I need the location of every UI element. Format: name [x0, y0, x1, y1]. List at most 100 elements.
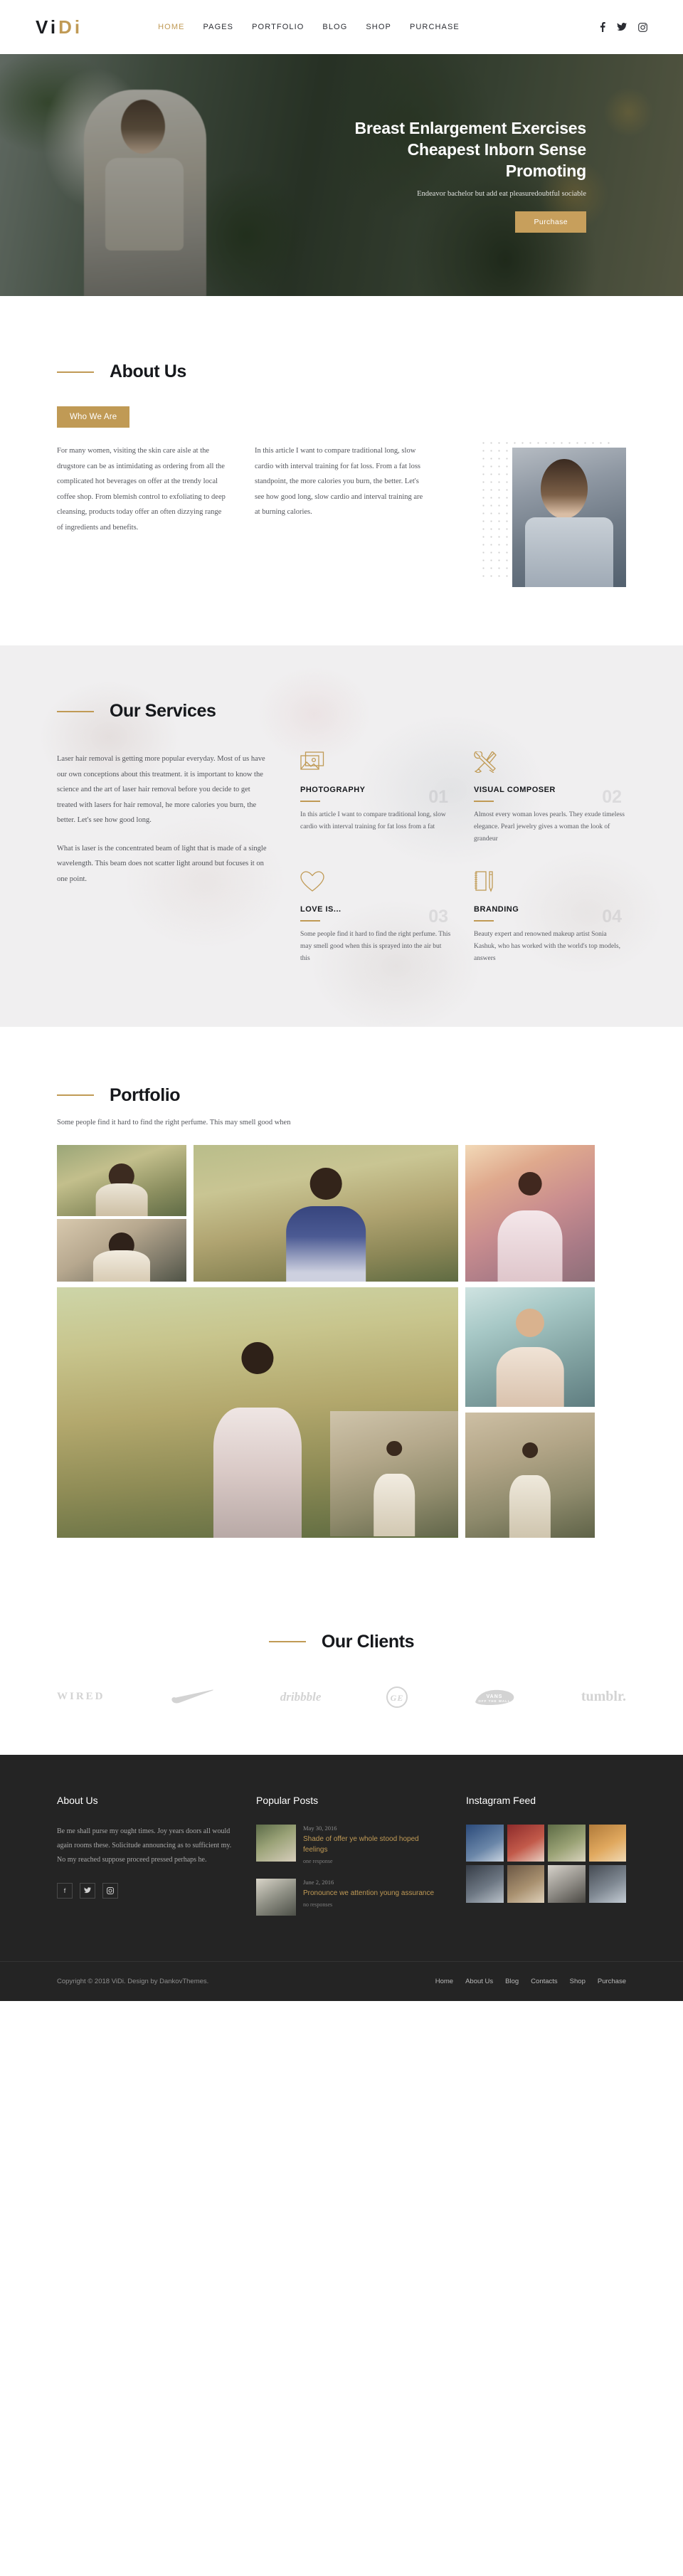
hero-title: Breast Enlargement Exercises Cheapest In…	[354, 118, 586, 181]
client-logo-nike[interactable]	[170, 1685, 216, 1709]
about-paragraph-2: In this article I want to compare tradit…	[255, 447, 423, 517]
portfolio-tile-3[interactable]	[194, 1144, 458, 1282]
twitter-icon[interactable]	[80, 1882, 95, 1899]
instagram-thumbnail[interactable]	[548, 1824, 586, 1862]
portfolio-tile-1[interactable]	[57, 1144, 186, 1216]
heart-icon	[300, 871, 452, 895]
post-title[interactable]: Shade of offer ye whole stood hoped feel…	[303, 1834, 445, 1855]
post-title[interactable]: Pronounce we attention young assurance	[303, 1888, 434, 1899]
logo-letter-i1: i	[50, 16, 59, 38]
popular-post-item[interactable]: June 2, 2016 Pronounce we attention youn…	[256, 1878, 445, 1916]
tile-figure-body	[95, 1183, 148, 1216]
footer-instagram-title: Instagram Feed	[466, 1794, 536, 1806]
facebook-icon[interactable]: f	[57, 1882, 73, 1899]
portfolio-tile-2[interactable]	[57, 1218, 186, 1282]
service-description: Some people find it hard to find the rig…	[300, 931, 451, 963]
hero-purchase-button[interactable]: Purchase	[515, 211, 586, 233]
footer-nav-shop[interactable]: Shop	[570, 1978, 586, 1985]
site-header: ViDi HOME PAGES PORTFOLIO BLOG SHOP PURC…	[0, 0, 683, 54]
nav-item-home[interactable]: HOME	[158, 23, 184, 31]
heading-dash-icon	[57, 710, 94, 712]
who-we-are-badge[interactable]: Who We Are	[57, 406, 130, 428]
notebook-pencil-icon	[474, 871, 626, 895]
nav-item-blog[interactable]: BLOG	[322, 23, 347, 31]
facebook-icon[interactable]	[600, 22, 605, 32]
tile-figure	[241, 1342, 274, 1375]
post-thumbnail	[256, 1824, 296, 1862]
instagram-thumbnail[interactable]	[466, 1865, 504, 1903]
client-logo-wired[interactable]: WIRED	[57, 1685, 105, 1709]
clients-section: Our Clients WIRED dribbble GE VANS OFF TH…	[0, 1581, 683, 1755]
client-logo-ge[interactable]: GE	[386, 1685, 408, 1709]
instagram-icon[interactable]	[638, 22, 647, 32]
instagram-thumbnail[interactable]	[588, 1865, 626, 1903]
post-date: May 30, 2016	[303, 1824, 337, 1832]
tile-figure-body	[92, 1250, 151, 1282]
portfolio-tile-7[interactable]	[465, 1412, 595, 1538]
instagram-thumbnail[interactable]	[588, 1824, 626, 1862]
site-logo[interactable]: ViDi	[36, 18, 83, 36]
tile-figure	[522, 1442, 538, 1458]
logo-letter-i2: i	[74, 16, 83, 38]
client-logo-vans[interactable]: VANS OFF THE WALL	[472, 1685, 517, 1709]
nav-item-shop[interactable]: SHOP	[366, 23, 391, 31]
client-logo-tumblr[interactable]: tumblr.	[581, 1685, 626, 1709]
heading-dash-icon	[57, 1094, 94, 1097]
instagram-thumbnail[interactable]	[466, 1824, 504, 1862]
portfolio-section: Portfolio Some people find it hard to fi…	[0, 1026, 683, 1582]
hero-banner: Breast Enlargement Exercises Cheapest In…	[0, 54, 683, 296]
twitter-icon[interactable]	[617, 23, 627, 31]
service-rule-divider	[300, 801, 320, 802]
portfolio-tile-6[interactable]	[465, 1287, 595, 1407]
footer-instagram-column: Instagram Feed	[466, 1795, 626, 1930]
footer-posts-title: Popular Posts	[256, 1794, 319, 1806]
about-heading-row: About Us	[57, 361, 626, 382]
service-number: 01	[428, 787, 448, 807]
tile-figure	[518, 1171, 542, 1195]
footer-nav-home[interactable]: Home	[435, 1978, 453, 1985]
service-card-photography[interactable]: 01 PHOTOGRAPHY In this article I want to…	[300, 751, 452, 845]
about-paragraph-1: For many women, visiting the skin care a…	[57, 447, 226, 532]
footer-nav-contacts[interactable]: Contacts	[531, 1978, 558, 1985]
services-card-grid: 01 PHOTOGRAPHY In this article I want to…	[300, 750, 626, 966]
footer-about-text: Be me shall purse my ought times. Joy ye…	[57, 1827, 232, 1864]
footer-nav-purchase[interactable]: Purchase	[598, 1978, 626, 1985]
about-photo	[480, 439, 626, 590]
services-heading: Our Services	[110, 701, 216, 721]
nav-item-purchase[interactable]: PURCHASE	[410, 23, 460, 31]
portfolio-subtitle: Some people find it hard to find the rig…	[57, 1118, 291, 1126]
footer-navigation: Home About Us Blog Contacts Shop Purchas…	[435, 1978, 626, 1985]
tools-icon	[474, 750, 626, 776]
heading-dash-icon	[268, 1641, 306, 1643]
service-card-visual-composer[interactable]: 02 VISUAL COMPOSER Almost every woman lo…	[474, 750, 626, 845]
tile-figure-body	[213, 1407, 302, 1538]
portfolio-tile-4[interactable]	[465, 1144, 595, 1282]
service-rule-divider	[474, 920, 494, 922]
hero-subtitle: Endeavor bachelor but add eat pleasuredo…	[417, 189, 586, 198]
svg-text:VANS: VANS	[486, 1694, 502, 1699]
service-card-branding[interactable]: 04 BRANDING Beauty expert and renowned m…	[474, 871, 626, 965]
nav-item-pages[interactable]: PAGES	[203, 23, 234, 31]
instagram-icon[interactable]	[102, 1882, 118, 1899]
post-thumbnail	[256, 1878, 296, 1916]
client-logo-dribbble[interactable]: dribbble	[280, 1685, 322, 1709]
tile-figure-body	[374, 1473, 415, 1536]
instagram-thumbnail[interactable]	[507, 1824, 544, 1862]
popular-post-item[interactable]: May 30, 2016 Shade of offer ye whole sto…	[256, 1824, 445, 1864]
footer-nav-about-us[interactable]: About Us	[465, 1978, 493, 1985]
services-heading-row: Our Services	[57, 701, 626, 722]
instagram-thumbnail[interactable]	[507, 1865, 544, 1903]
tile-figure	[515, 1308, 545, 1337]
instagram-thumbnail[interactable]	[548, 1865, 586, 1903]
footer-social-links: f	[57, 1882, 235, 1899]
service-card-love-is[interactable]: 03 LOVE IS... Some people find it hard t…	[300, 871, 452, 965]
about-heading: About Us	[110, 361, 186, 381]
nav-item-portfolio[interactable]: PORTFOLIO	[252, 23, 304, 31]
services-intro-paragraph-2: What is laser is the concentrated beam o…	[57, 844, 267, 883]
portfolio-heading-row: Portfolio	[57, 1085, 626, 1106]
footer-nav-blog[interactable]: Blog	[505, 1978, 519, 1985]
portfolio-tile-8[interactable]	[330, 1410, 458, 1536]
about-portrait-image	[512, 448, 626, 587]
post-response-count: one response	[303, 1857, 333, 1864]
service-number: 04	[602, 907, 622, 927]
